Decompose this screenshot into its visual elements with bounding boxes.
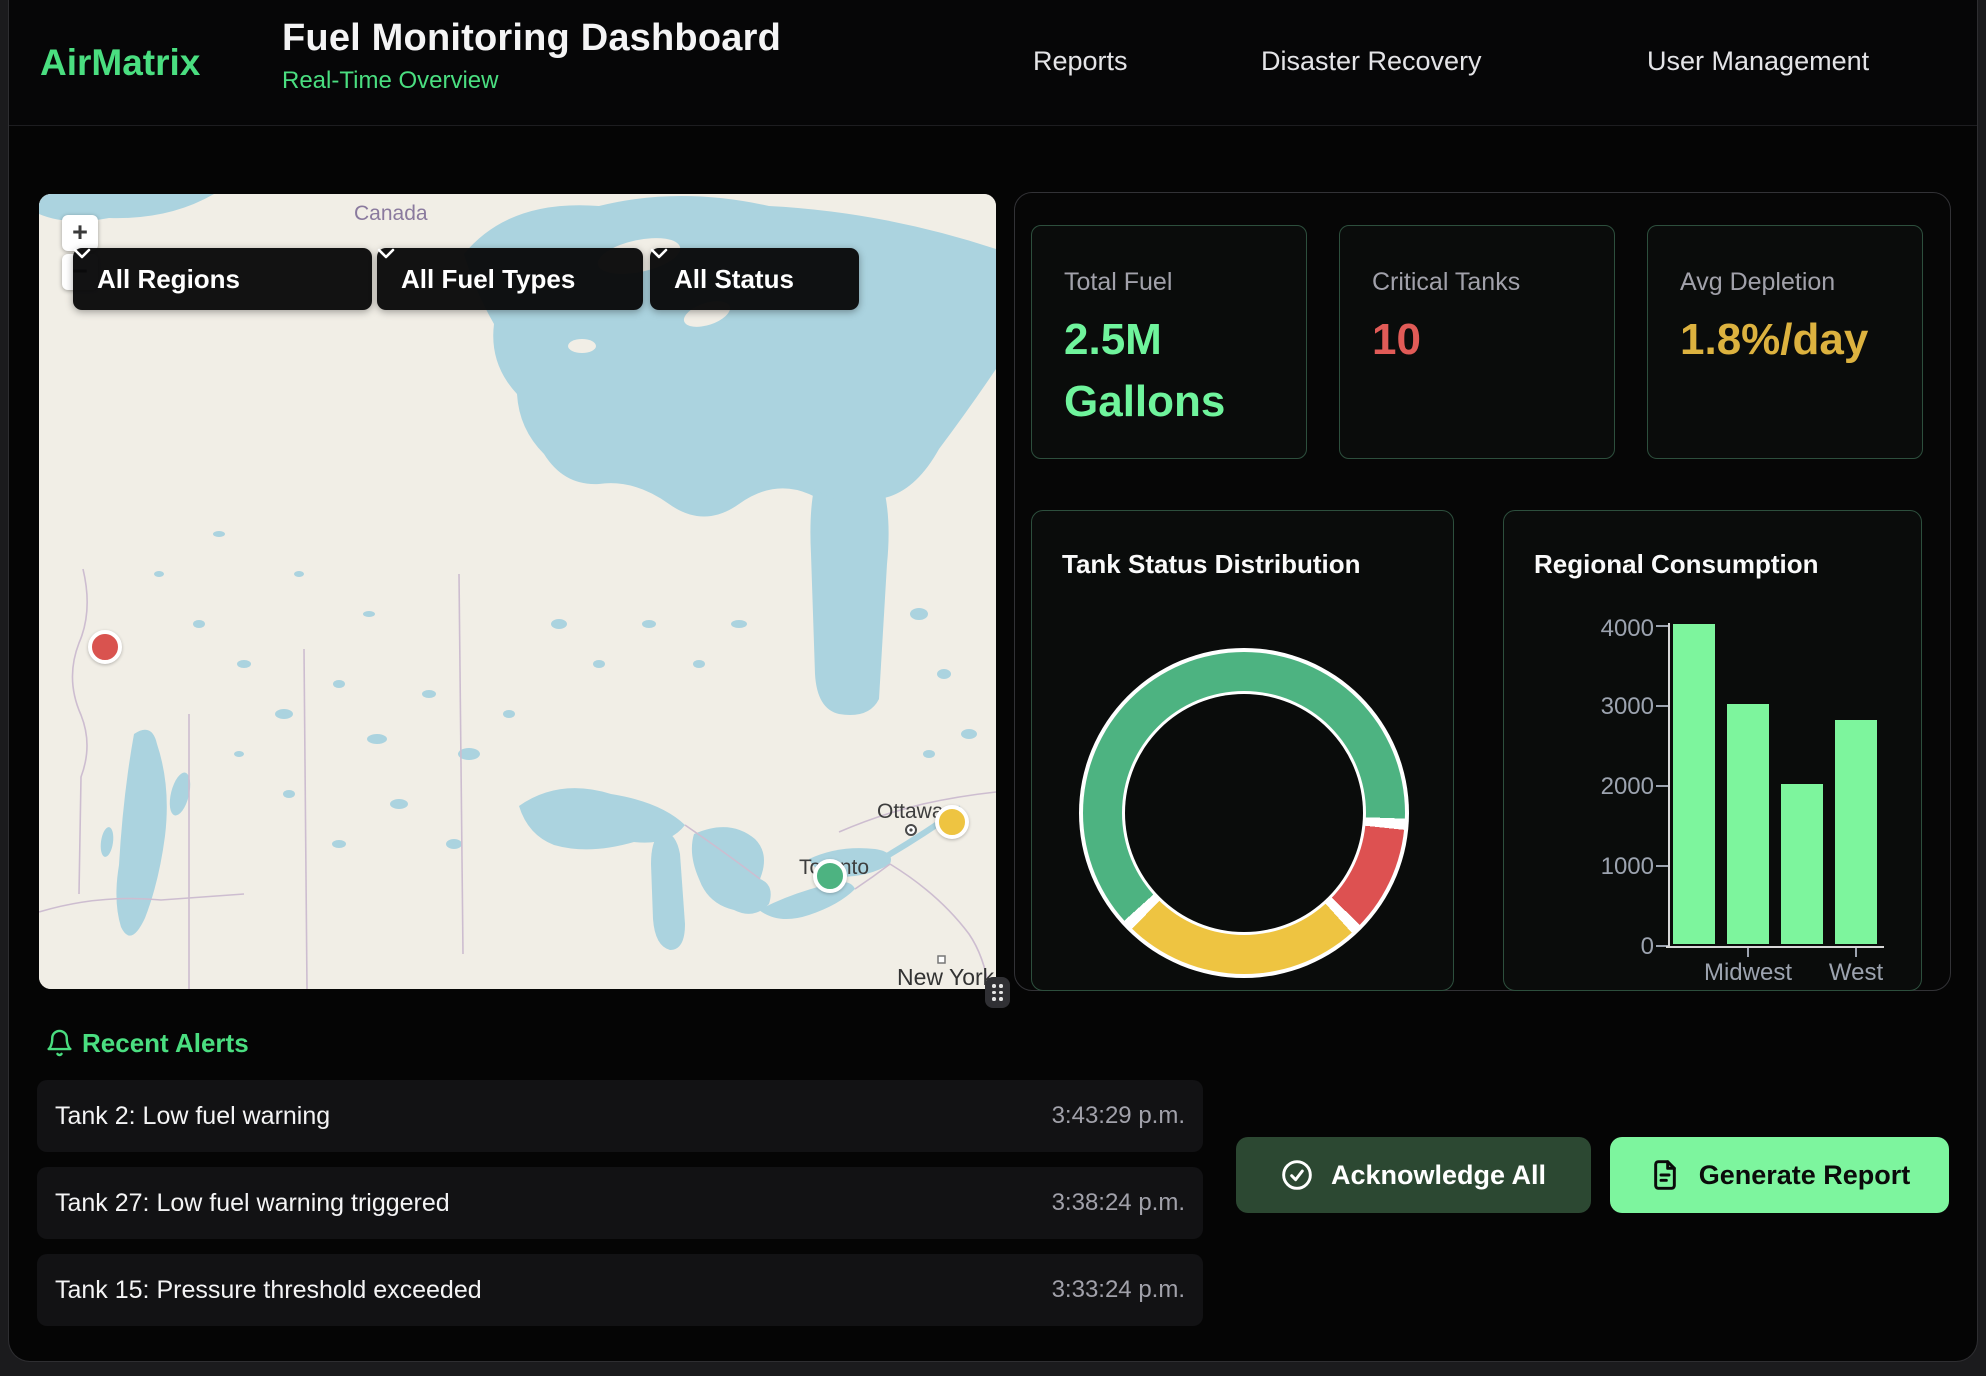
y-tick: 1000 <box>1562 853 1654 881</box>
alert-time: 3:38:24 p.m. <box>1052 1189 1185 1217</box>
donut-hole <box>1125 694 1363 932</box>
brand-logo: AirMatrix <box>40 42 200 84</box>
page-subtitle: Real-Time Overview <box>282 67 781 95</box>
generate-report-button[interactable]: Generate Report <box>1610 1137 1949 1213</box>
alerts-heading: Recent Alerts <box>82 1028 249 1059</box>
x-tick-midwest: Midwest <box>1704 959 1792 987</box>
alert-time: 3:33:24 p.m. <box>1052 1276 1185 1304</box>
bar <box>1673 624 1715 944</box>
stat-card-critical-tanks: Critical Tanks 10 <box>1339 225 1615 459</box>
bell-icon <box>45 1027 74 1059</box>
acknowledge-all-button[interactable]: Acknowledge All <box>1236 1137 1591 1213</box>
map-marker-normal[interactable] <box>813 859 847 893</box>
stat-value: 1.8%/day <box>1680 309 1840 371</box>
map-canvas[interactable]: Canada Ottawa Toronto New York + − All R… <box>39 194 996 989</box>
map-zoom-in-button[interactable]: + <box>62 215 98 251</box>
bar <box>1727 704 1769 944</box>
x-tick-west: West <box>1829 959 1883 987</box>
y-tick: 3000 <box>1562 693 1654 721</box>
y-axis <box>1668 623 1670 948</box>
city-square-icon <box>938 956 945 963</box>
page-title: Fuel Monitoring Dashboard <box>282 17 781 60</box>
map-label-newyork: New York <box>897 964 995 989</box>
stat-value: 2.5M Gallons <box>1064 309 1224 434</box>
bar <box>1781 784 1823 944</box>
map-label-ottawa: Ottawa <box>877 800 944 823</box>
tank-status-card: Tank Status Distribution <box>1031 510 1454 991</box>
check-circle-icon <box>1281 1159 1313 1191</box>
alert-row: Tank 2: Low fuel warning 3:43:29 p.m. <box>37 1080 1203 1152</box>
stat-label: Critical Tanks <box>1372 268 1614 297</box>
map-label-country: Canada <box>354 202 428 225</box>
stat-label: Avg Depletion <box>1680 268 1922 297</box>
filter-regions[interactable]: All Regions <box>73 248 372 310</box>
filter-status[interactable]: All Status <box>650 248 859 310</box>
filter-fuel-types-value: All Fuel Types <box>401 264 575 295</box>
stat-value: 10 <box>1372 309 1532 371</box>
stat-label: Total Fuel <box>1064 268 1306 297</box>
filter-fuel-types[interactable]: All Fuel Types <box>377 248 643 310</box>
app-window: AirMatrix Fuel Monitoring Dashboard Real… <box>8 0 1978 1362</box>
alert-time: 3:43:29 p.m. <box>1052 1102 1185 1130</box>
filter-status-value: All Status <box>674 264 794 295</box>
nav-user-management[interactable]: User Management <box>1647 46 1869 77</box>
filter-regions-value: All Regions <box>97 264 240 295</box>
drag-handle-icon[interactable] <box>985 977 1010 1008</box>
chart-title: Regional Consumption <box>1534 549 1819 580</box>
y-tick: 4000 <box>1562 615 1654 643</box>
alert-message: Tank 2: Low fuel warning <box>55 1102 330 1131</box>
map-graphic: Canada Ottawa Toronto New York <box>39 194 996 989</box>
nav-reports[interactable]: Reports <box>1033 46 1128 77</box>
document-icon <box>1649 1159 1681 1191</box>
alert-row: Tank 15: Pressure threshold exceeded 3:3… <box>37 1254 1203 1326</box>
x-axis <box>1666 946 1884 948</box>
generate-report-label: Generate Report <box>1699 1160 1911 1191</box>
stat-card-avg-depletion: Avg Depletion 1.8%/day <box>1647 225 1923 459</box>
title-block: Fuel Monitoring Dashboard Real-Time Over… <box>282 17 781 95</box>
nav-disaster-recovery[interactable]: Disaster Recovery <box>1261 46 1482 77</box>
acknowledge-all-label: Acknowledge All <box>1331 1160 1546 1191</box>
header: AirMatrix Fuel Monitoring Dashboard Real… <box>9 0 1977 126</box>
alert-message: Tank 15: Pressure threshold exceeded <box>55 1276 482 1305</box>
regional-consumption-card: Regional Consumption 4000 3000 2000 1000… <box>1503 510 1922 991</box>
alert-row: Tank 27: Low fuel warning triggered 3:38… <box>37 1167 1203 1239</box>
stat-card-total-fuel: Total Fuel 2.5M Gallons <box>1031 225 1307 459</box>
chart-title: Tank Status Distribution <box>1062 549 1361 580</box>
y-tick: 2000 <box>1562 773 1654 801</box>
alert-message: Tank 27: Low fuel warning triggered <box>55 1189 450 1218</box>
map-marker-warning[interactable] <box>935 805 969 839</box>
map-marker-critical[interactable] <box>88 630 122 664</box>
y-tick: 0 <box>1562 933 1654 961</box>
bar <box>1835 720 1877 944</box>
